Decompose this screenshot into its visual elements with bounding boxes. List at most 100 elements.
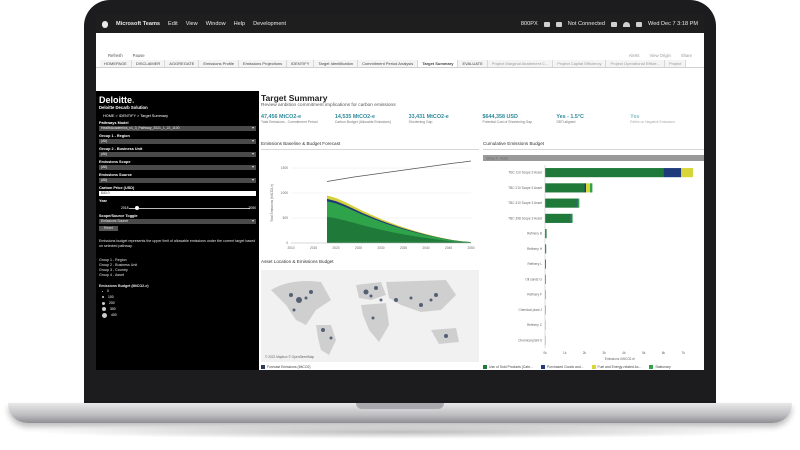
legend-item[interactable]: Use of Sold Products (Cate...	[483, 365, 533, 370]
tab-project[interactable]: Project	[664, 60, 687, 67]
kpi-row: 47,456 MtCO2-e Total Emissions - Commitme…	[261, 114, 704, 124]
alerts-button[interactable]: Alerts	[629, 53, 640, 58]
bar-segment	[663, 168, 682, 178]
menu-window[interactable]: Window	[206, 21, 226, 27]
tab-homepage[interactable]: HOMEPAGE	[100, 60, 132, 67]
clock[interactable]: Wed Dec 7 3:18 PM	[648, 21, 698, 27]
source-select[interactable]: (All)	[99, 177, 256, 183]
bar-segment	[570, 213, 572, 223]
source-label: Emissions Source	[99, 173, 132, 177]
divider	[483, 149, 704, 150]
cumulative-svg: Group 4 - Asset TBC 110 Scope 3 Asset TBC …	[483, 155, 704, 361]
bar-category-label: TBC 210 Scope 3 Asset	[508, 186, 542, 190]
kpi-description: Shortening Gap	[408, 120, 433, 124]
bar-segment	[576, 198, 578, 208]
x-tick-label: 2050	[467, 246, 474, 250]
pathway-select[interactable]: HealthAcademics_v1_3_Pathway_2021_1_22_1…	[99, 125, 256, 131]
tableau-app: Refresh Pause Alerts View Origin Share H…	[96, 33, 704, 370]
menu-view[interactable]: View	[186, 21, 198, 27]
group2-label: Group 2 - Business Unit	[99, 147, 143, 151]
menu-app-name[interactable]: Microsoft Teams	[116, 21, 160, 27]
connection-status[interactable]: Not Connected	[568, 21, 605, 27]
x-tick-label: 2015	[310, 246, 317, 250]
group-header	[483, 155, 704, 161]
tab-aggregate[interactable]: AGGREGATE	[165, 60, 200, 67]
reset-button[interactable]: Reset	[99, 226, 118, 231]
apple-icon[interactable]	[102, 20, 108, 28]
group-header-label: Group 4 - Asset	[486, 157, 508, 161]
kpi-card: Yes - 1.5°C SBTi aligned	[556, 114, 630, 124]
pause-button[interactable]: Pause	[133, 53, 145, 58]
bar-segment	[545, 198, 577, 208]
asset-map[interactable]: © 2022 Mapbox © OpenStreetMap	[261, 270, 479, 362]
year-slider[interactable]: 2018 2050	[99, 205, 256, 211]
legend-swatch	[261, 365, 265, 370]
carbon-price-input[interactable]: $40.0	[99, 191, 256, 196]
breadcrumb[interactable]: HOME > IDENTIFY > Target Summary	[103, 114, 256, 118]
menu-development[interactable]: Development	[253, 21, 286, 27]
filter-sidebar: Deloitte. Deloitte Decarb Solution HOME …	[96, 91, 259, 370]
tab-project-marginal-abatement-c[interactable]: Project Marginal Abatement C...	[487, 60, 554, 67]
map-credit: © 2022 Mapbox © OpenStreetMap	[265, 355, 314, 359]
bar-segment	[545, 183, 585, 193]
tab-emissions-projections[interactable]: Emissions Projections	[239, 60, 288, 67]
menu-edit[interactable]: Edit	[168, 21, 178, 27]
tab-evaluate[interactable]: EVALUATE	[458, 60, 488, 67]
year-slider-handle[interactable]	[135, 206, 139, 210]
year-start: 2018	[121, 206, 129, 210]
legend-item[interactable]: Purchased Goods and...	[540, 365, 584, 370]
search-icon[interactable]	[636, 21, 643, 27]
kpi-description: Relies on Negative Emissions	[630, 120, 675, 124]
bar-category-label: Refinery L	[527, 262, 542, 266]
resolution-label: 800PX	[520, 21, 538, 27]
laptop: Microsoft Teams Edit View Window Help De…	[0, 0, 800, 450]
group2-select[interactable]: (All)	[99, 151, 256, 157]
legend-swatch	[540, 365, 545, 370]
view-origin-button[interactable]: View Origin	[649, 53, 670, 58]
tab-project-operational-efficie[interactable]: Project Operational Efficie...	[606, 60, 665, 67]
laptop-shadow	[30, 425, 770, 439]
bar-category-label: Refinery C	[527, 323, 543, 327]
tab-target-summary[interactable]: Target Summary	[418, 60, 459, 67]
tab-project-capital-efficiency[interactable]: Project Capital Efficiency	[553, 60, 607, 67]
tab-emissions-profile[interactable]: Emissions Profile	[199, 60, 240, 67]
bar-segment	[681, 168, 694, 178]
wifi-icon[interactable]	[623, 21, 631, 27]
scope-select[interactable]: (All)	[99, 164, 256, 170]
bar-segment	[586, 183, 590, 193]
tab-commitment-period-analysis[interactable]: Commitment Period Analysis	[358, 60, 419, 67]
deloitte-logo: Deloitte.	[99, 95, 135, 105]
tab-identify[interactable]: IDENTIFY	[287, 60, 315, 67]
x-tick-label: 2025	[355, 246, 362, 250]
year-slider-track[interactable]	[129, 208, 250, 209]
tab-target-identification[interactable]: Target Identification	[314, 60, 359, 67]
legend-item[interactable]: Fuel and Energy-related Ac...	[591, 365, 641, 370]
bar-category-label: TBC 110 Scope 3 Asset	[508, 171, 542, 175]
battery-icon[interactable]	[611, 21, 618, 27]
forecast-chart[interactable]: 0 500 1000 1500 2010 2015 2020 2025 2030 2035 2040…	[261, 155, 479, 257]
menu-help[interactable]: Help	[234, 21, 246, 27]
bubble-legend-item: 400	[99, 312, 256, 318]
legend-label: Stationary	[655, 365, 671, 369]
share-button[interactable]: Share	[681, 53, 692, 58]
bar-segment	[577, 198, 580, 208]
bar-category-label: Refinery B	[527, 232, 542, 236]
tab-disclaimer[interactable]: DISCLAIMER	[131, 60, 166, 67]
bar-category-label: Refinery H	[527, 247, 543, 251]
scope-label: Emissions Scope	[99, 160, 131, 164]
group-list: Group 1 - Region Group 2 - Business Unit…	[99, 258, 256, 278]
bar-segment	[545, 168, 664, 178]
x-tick-label: 0k	[543, 351, 547, 355]
display-icon[interactable]	[555, 21, 562, 27]
cumulative-chart[interactable]: Group 4 - Asset TBC 110 Scope 3 Asset TBC …	[483, 155, 704, 370]
kpi-card: Yes Relies on Negative Emissions	[630, 114, 704, 124]
scope-source-toggle[interactable]: Emissions Source	[99, 218, 256, 224]
baseline-line	[326, 160, 472, 182]
group1-select[interactable]: (All)	[99, 138, 256, 144]
budget-note: Emissions budget represents the upper li…	[99, 239, 256, 248]
map-legend: Forecast Emissions (MtCO2)	[261, 365, 311, 370]
legend-item[interactable]: Stationary	[649, 365, 671, 370]
cloud-icon[interactable]	[543, 21, 550, 27]
refresh-button[interactable]: Refresh	[108, 53, 123, 58]
laptop-notch	[356, 403, 444, 409]
